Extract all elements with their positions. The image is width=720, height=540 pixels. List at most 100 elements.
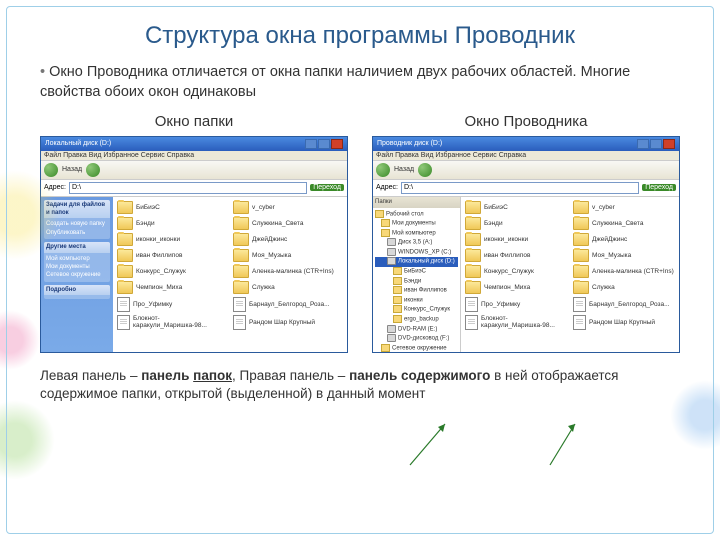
folder-icon bbox=[573, 265, 589, 278]
file-icon bbox=[573, 315, 586, 330]
go-button[interactable]: Переход bbox=[642, 184, 676, 191]
tree-node[interactable]: Рабочий стол bbox=[375, 210, 458, 220]
list-item[interactable]: Рандом Шар Крупный bbox=[233, 315, 343, 330]
back-icon[interactable] bbox=[376, 163, 390, 177]
list-item[interactable]: Чемпион_Миха bbox=[465, 281, 567, 294]
content-pane: БиБиэС v_cyber Бэнди Служкина_Света икон… bbox=[113, 197, 347, 352]
tree-node[interactable]: Мои документы bbox=[375, 219, 458, 229]
col-title-right: Окно Проводника bbox=[372, 113, 680, 130]
tree-node[interactable]: Мой компьютер bbox=[375, 229, 458, 239]
folder-icon bbox=[465, 281, 481, 294]
explorer-window: Проводник диск (D:) Файл Правка Вид Избр… bbox=[372, 136, 680, 353]
list-item[interactable]: Бэнди bbox=[465, 217, 567, 230]
tree-node[interactable]: DVD-RAM (E:) bbox=[375, 325, 458, 335]
list-item[interactable]: ДжейДжинс bbox=[573, 233, 675, 246]
window-title: Проводник диск (D:) bbox=[377, 140, 442, 147]
folder-icon bbox=[573, 249, 589, 262]
tree-node[interactable]: ergo_backup bbox=[375, 315, 458, 325]
window-title: Локальный диск (D:) bbox=[45, 140, 111, 147]
folder-icon bbox=[117, 281, 133, 294]
list-item[interactable]: Служка bbox=[233, 281, 343, 294]
list-item[interactable]: иван Филлипов bbox=[117, 249, 227, 262]
list-item[interactable]: иконки_иконки bbox=[117, 233, 227, 246]
tree-node[interactable]: Бэнди bbox=[375, 277, 458, 287]
folder-icon bbox=[233, 249, 249, 262]
list-item[interactable]: Про_Уфимку bbox=[117, 297, 227, 312]
tree-node-selected[interactable]: Локальный диск (D:) bbox=[375, 257, 458, 267]
list-item[interactable]: Служка bbox=[573, 281, 675, 294]
list-item[interactable]: Служкина_Света bbox=[573, 217, 675, 230]
list-item[interactable]: Конкурс_Служук bbox=[465, 265, 567, 278]
content-pane: БиБиэС v_cyber Бэнди Служкина_Света икон… bbox=[461, 197, 679, 352]
file-icon bbox=[233, 315, 246, 330]
folder-icon bbox=[117, 217, 133, 230]
addr-input[interactable] bbox=[401, 182, 639, 194]
pointer-arrows bbox=[380, 420, 660, 470]
forward-icon[interactable] bbox=[418, 163, 432, 177]
list-item[interactable]: Блокнот-каракули_Маришка-98... bbox=[465, 315, 567, 330]
list-item[interactable]: Моя_Музыка bbox=[233, 249, 343, 262]
tasks-header: Подробно bbox=[44, 285, 110, 295]
folder-icon bbox=[573, 201, 589, 214]
list-item[interactable]: Чемпион_Миха bbox=[117, 281, 227, 294]
folder-icon bbox=[117, 249, 133, 262]
task-item[interactable]: Сетевое окружение bbox=[46, 271, 108, 279]
list-item[interactable]: Служкина_Света bbox=[233, 217, 343, 230]
list-item[interactable]: БиБиэС bbox=[117, 201, 227, 214]
list-item[interactable]: Аленка-малинка (CTR+Ins) bbox=[573, 265, 675, 278]
menubar[interactable]: Файл Правка Вид Избранное Сервис Справка bbox=[41, 151, 347, 161]
folder-icon bbox=[233, 217, 249, 230]
go-button[interactable]: Переход bbox=[310, 184, 344, 191]
list-item[interactable]: Барнаул_Белгород_Роза... bbox=[233, 297, 343, 312]
window-controls[interactable] bbox=[637, 139, 675, 149]
list-item[interactable]: БиБиэС bbox=[465, 201, 567, 214]
tree-node[interactable]: Конкурс_Служук bbox=[375, 305, 458, 315]
list-item[interactable]: Блокнот-каракули_Маришка-98... bbox=[117, 315, 227, 330]
list-item[interactable]: Бэнди bbox=[117, 217, 227, 230]
list-item[interactable]: v_cyber bbox=[233, 201, 343, 214]
list-item[interactable]: иван Филлипов bbox=[465, 249, 567, 262]
tree-node[interactable]: WINDOWS_XP (C:) bbox=[375, 248, 458, 258]
addr-label: Адрес: bbox=[376, 184, 398, 191]
file-icon bbox=[573, 297, 586, 312]
folder-icon bbox=[117, 265, 133, 278]
tree-node[interactable]: DVD-дисковод (F:) bbox=[375, 334, 458, 344]
list-item[interactable]: иконки_иконки bbox=[465, 233, 567, 246]
list-item[interactable]: Про_Уфимку bbox=[465, 297, 567, 312]
file-icon bbox=[233, 297, 246, 312]
back-icon[interactable] bbox=[44, 163, 58, 177]
folder-icon bbox=[465, 249, 481, 262]
folder-icon bbox=[117, 233, 133, 246]
list-item[interactable]: Конкурс_Служук bbox=[117, 265, 227, 278]
file-icon bbox=[117, 315, 130, 330]
window-controls[interactable] bbox=[305, 139, 343, 149]
toolbar[interactable]: Назад bbox=[373, 161, 679, 180]
tree-node[interactable]: иконки bbox=[375, 296, 458, 306]
task-item[interactable]: Мои документы bbox=[46, 263, 108, 271]
forward-icon[interactable] bbox=[86, 163, 100, 177]
menubar[interactable]: Файл Правка Вид Избранное Сервис Справка bbox=[373, 151, 679, 161]
toolbar[interactable]: Назад bbox=[41, 161, 347, 180]
tree-node[interactable]: БиБиэС bbox=[375, 267, 458, 277]
file-icon bbox=[465, 297, 478, 312]
back-label: Назад bbox=[394, 166, 414, 173]
folder-icon bbox=[465, 265, 481, 278]
list-item[interactable]: Аленка-малинка (CTR+Ins) bbox=[233, 265, 343, 278]
list-item[interactable]: ДжейДжинс bbox=[233, 233, 343, 246]
tree-node[interactable]: Диск 3,5 (A:) bbox=[375, 238, 458, 248]
addr-input[interactable] bbox=[69, 182, 307, 194]
list-item[interactable]: Моя_Музыка bbox=[573, 249, 675, 262]
folder-icon bbox=[465, 217, 481, 230]
folder-icon bbox=[573, 217, 589, 230]
folder-icon bbox=[573, 233, 589, 246]
tree-header: Папки bbox=[373, 197, 460, 208]
tree-node[interactable]: Сетевое окружение bbox=[375, 344, 458, 352]
list-item[interactable]: v_cyber bbox=[573, 201, 675, 214]
task-item[interactable]: Мой компьютер bbox=[46, 255, 108, 263]
back-label: Назад bbox=[62, 166, 82, 173]
list-item[interactable]: Рандом Шар Крупный bbox=[573, 315, 675, 330]
folder-tree: Папки Рабочий стол Мои документы Мой ком… bbox=[373, 197, 461, 352]
folder-icon bbox=[233, 281, 249, 294]
tree-node[interactable]: иван Филлипов bbox=[375, 286, 458, 296]
list-item[interactable]: Барнаул_Белгород_Роза... bbox=[573, 297, 675, 312]
